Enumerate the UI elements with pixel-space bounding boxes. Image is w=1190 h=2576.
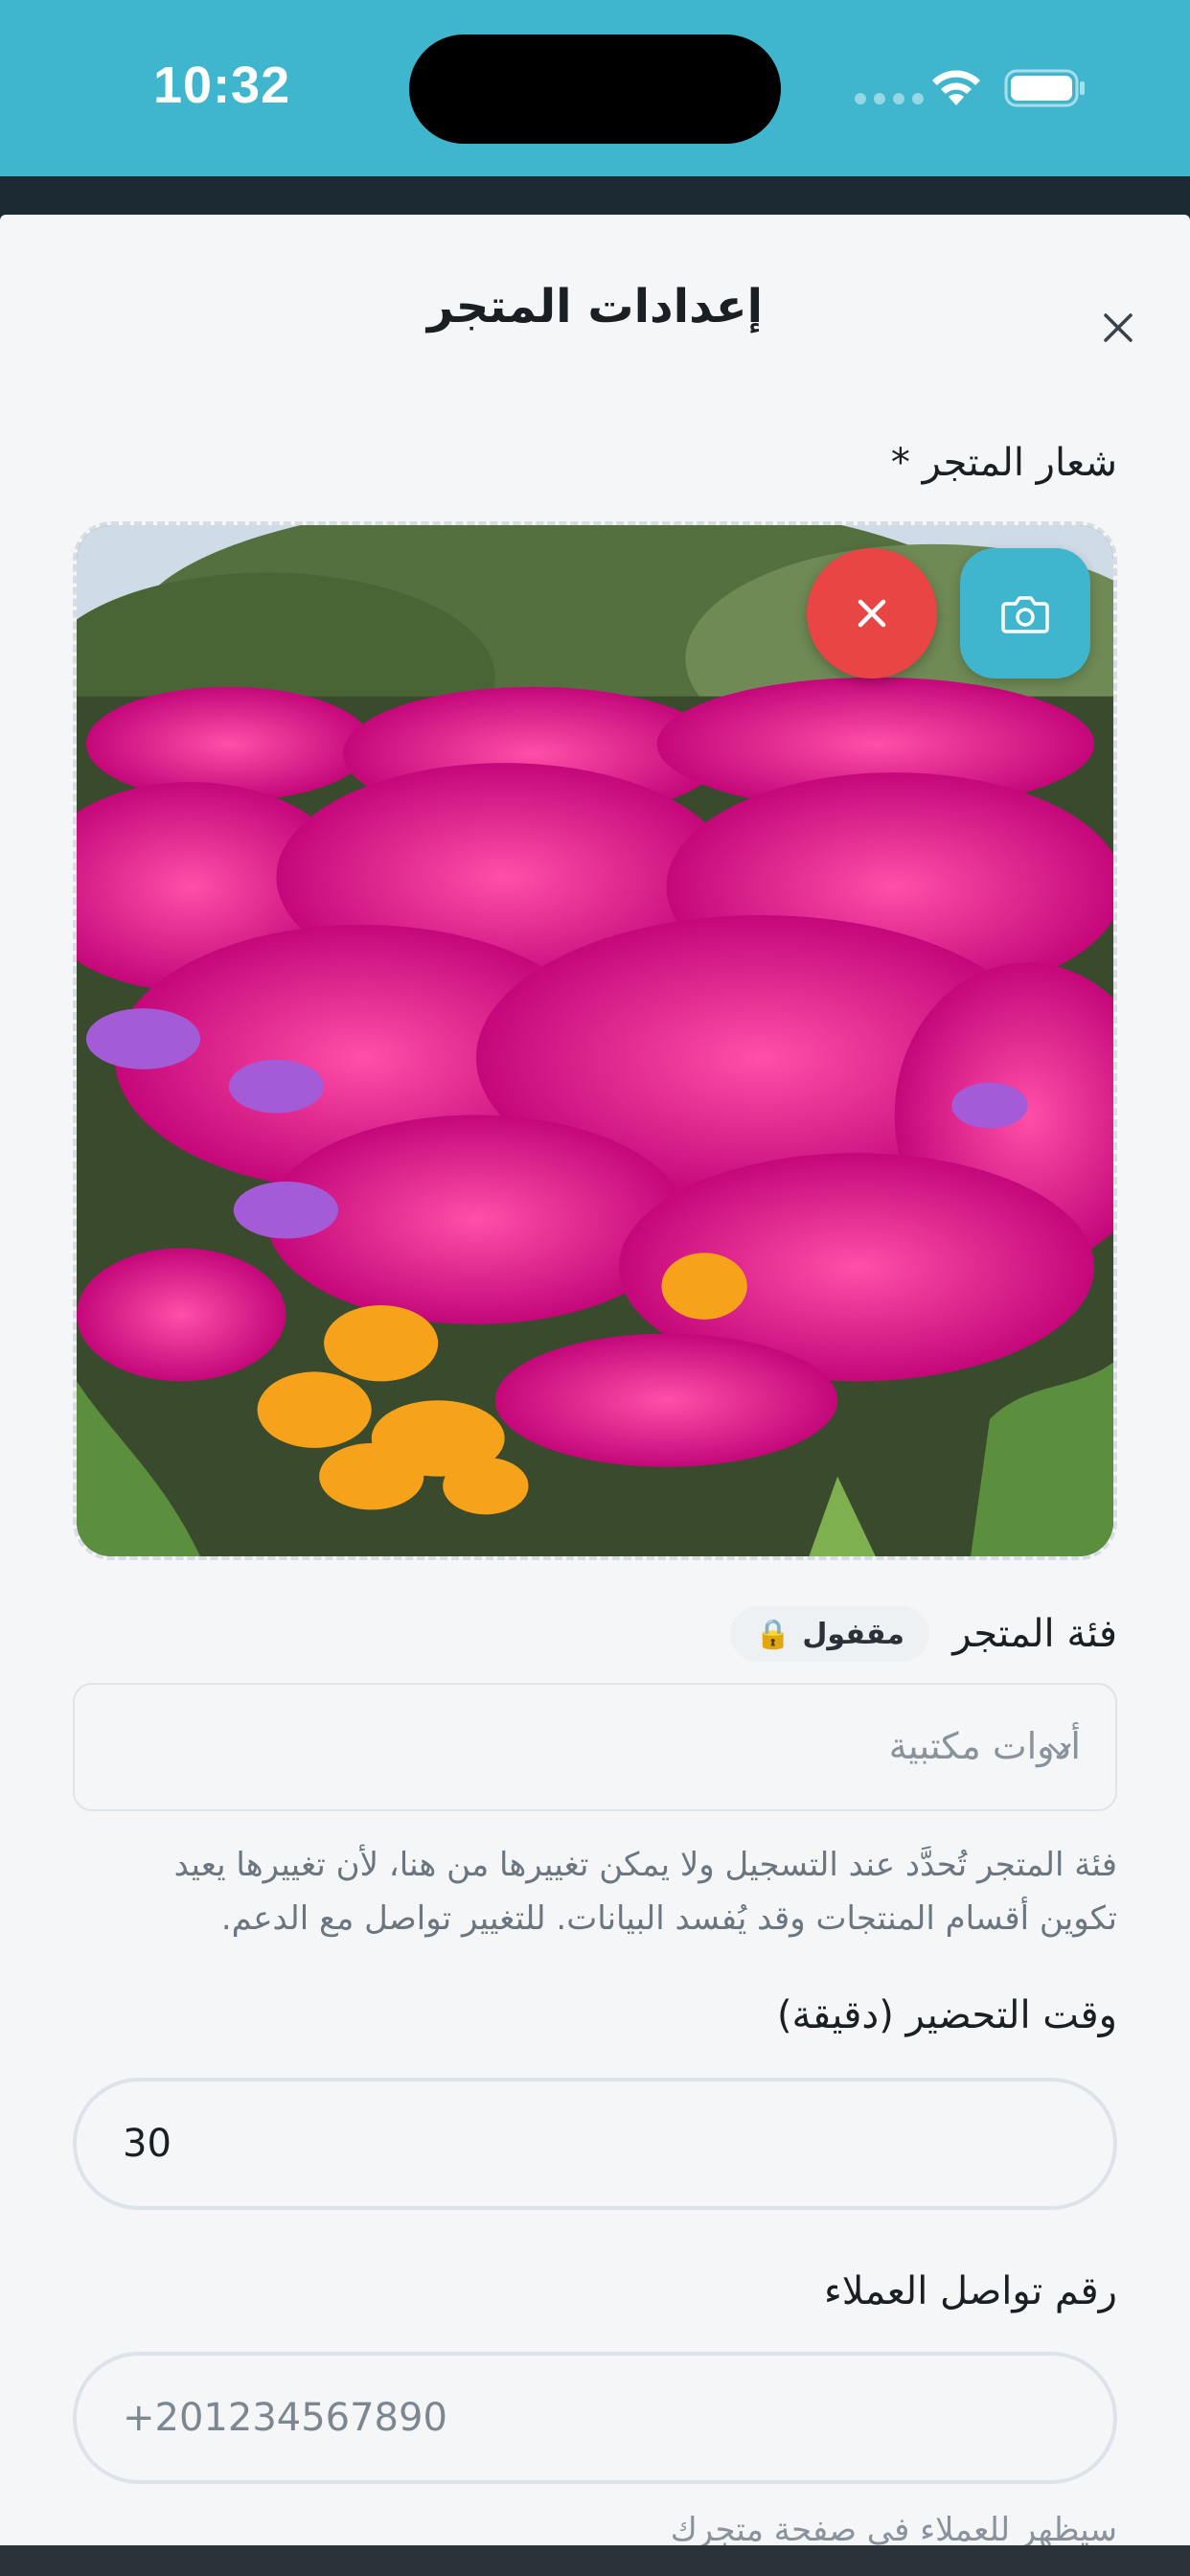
store-logo-label: شعار المتجر * [890, 441, 1117, 485]
cellular-signal-icon [855, 93, 924, 104]
close-icon [858, 599, 886, 628]
store-logo-image[interactable] [73, 521, 1117, 1560]
lock-icon: 🔒 [755, 1617, 791, 1651]
home-indicator-area [0, 2545, 1190, 2576]
status-bar: 10:32 [0, 0, 1190, 176]
store-category-select[interactable]: أدوات مكتبية [73, 1683, 1117, 1811]
status-time: 10:32 [153, 57, 291, 114]
battery-icon [1004, 69, 1085, 107]
store-category-label: فئة المتجر [952, 1612, 1117, 1656]
change-logo-button[interactable] [960, 548, 1090, 678]
close-icon [1104, 313, 1133, 342]
locked-badge: مقفول 🔒 [730, 1606, 929, 1662]
locked-badge-label: مقفول [802, 1617, 904, 1651]
store-settings-sheet: إعدادات المتجر شعار المتجر * فئة المتجر … [0, 215, 1190, 2545]
prep-time-label: وقت التحضير (دقيقة) [776, 1993, 1117, 2037]
remove-logo-button[interactable] [807, 548, 937, 678]
background-strip [0, 176, 1190, 215]
customer-contact-label: رقم تواصل العملاء [823, 2269, 1117, 2313]
wifi-icon [932, 70, 980, 105]
customer-contact-input[interactable] [73, 2352, 1117, 2484]
dynamic-island [409, 34, 781, 144]
category-helper-text: فئة المتجر تُحدَّد عند التسجيل ولا يمكن … [173, 1846, 1117, 1938]
close-button[interactable] [1097, 307, 1139, 349]
contact-helper-text: سيظهر للعملاء في صفحة متجرك [670, 2511, 1117, 2545]
sheet-title: إعدادات المتجر [426, 280, 764, 334]
flowers-photo [77, 525, 1113, 1556]
chevron-down-icon [1048, 1743, 1071, 1757]
prep-time-input[interactable] [73, 2078, 1117, 2210]
camera-icon [1001, 596, 1049, 633]
